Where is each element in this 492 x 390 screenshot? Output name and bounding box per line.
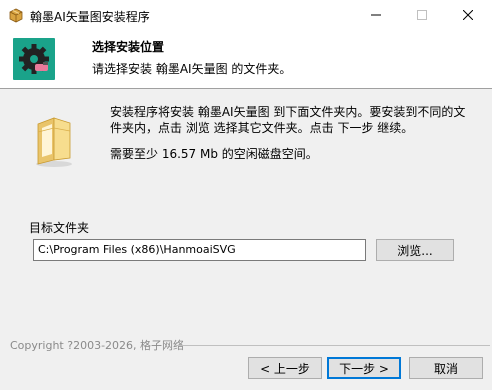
wizard-header: 选择安装位置 请选择安装 翰墨AI矢量图 的文件夹。 xyxy=(0,30,492,88)
info-text-line2: 件夹内，点击 浏览 选择其它文件夹。点击 下一步 继续。 xyxy=(110,121,414,135)
page-title: 选择安装位置 xyxy=(92,40,165,54)
gear-brush-logo-icon xyxy=(13,38,55,80)
minimize-button[interactable] xyxy=(353,0,399,30)
title-bar: 翰墨AI矢量图安装程序 xyxy=(0,0,492,30)
destination-folder-label: 目标文件夹 xyxy=(29,221,90,235)
next-button[interactable]: 下一步 > xyxy=(327,357,401,379)
maximize-button[interactable] xyxy=(399,0,445,30)
copyright-text: Copyright ?2003-2026, 格子网络 xyxy=(10,339,185,352)
destination-path-input[interactable]: C:\Program Files (x86)\HanmoaiSVG xyxy=(33,239,366,261)
cancel-button[interactable]: 取消 xyxy=(409,357,483,379)
page-subtitle: 请选择安装 翰墨AI矢量图 的文件夹。 xyxy=(92,62,292,76)
footer-divider xyxy=(176,345,490,346)
close-button[interactable] xyxy=(445,0,491,30)
installer-box-icon xyxy=(8,7,24,23)
back-button[interactable]: < 上一步 xyxy=(248,357,322,379)
folder-icon xyxy=(32,114,76,168)
space-required-text: 需要至少 16.57 Mb 的空闲磁盘空间。 xyxy=(110,147,318,161)
window-title: 翰墨AI矢量图安装程序 xyxy=(30,10,150,24)
browse-button[interactable]: 浏览... xyxy=(376,239,454,261)
info-text-line1: 安装程序将安装 翰墨AI矢量图 到下面文件夹内。要安装到不同的文 xyxy=(110,105,466,119)
